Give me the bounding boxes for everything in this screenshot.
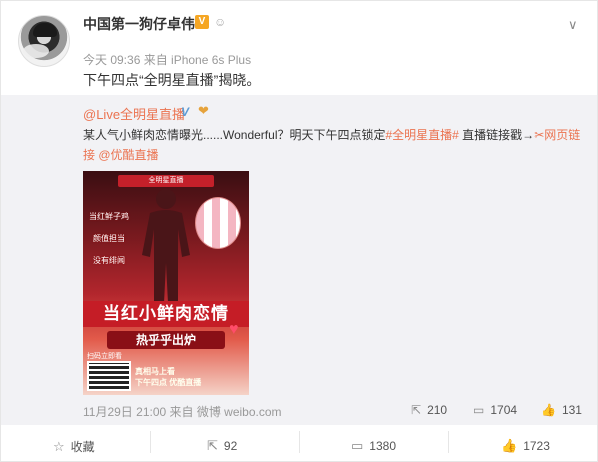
hashtag-link[interactable]: #全明星直播# [385,128,458,142]
repost-like-count: 131 [561,403,582,417]
repost-repost-count: 210 [427,403,448,417]
poster-bottom-text: 真相马上看 下午四点 优酷直播 [135,366,201,388]
star-icon: ☆ [53,439,65,454]
comment-icon: ▭ [351,438,364,453]
repost-icon: ⇱ [411,403,422,417]
divider [448,431,449,453]
poster-side-text-1: 当红鲜子鸡 [89,212,129,221]
repost-text: 某人气小鲜肉恋情曝光......Wonderful？明天下午四点锁定#全明星直播… [83,125,583,165]
avatar[interactable] [18,15,70,67]
post-text: 下午四点“全明星直播”揭晓。 [83,72,261,88]
repost-text-middle: 直播链接戳→ [458,128,535,142]
avatar-smoke [23,44,49,58]
poster-scan-text: 扫码立即看 [87,353,122,360]
comment-button[interactable]: ▭ 1380 [351,438,396,454]
poster-side-text-3: 没有绯闻 [93,256,125,265]
poster-balloon [195,197,241,249]
repost-comment-count: 1704 [490,403,518,417]
member-face-icon[interactable]: ☺ [214,15,228,29]
post-meta[interactable]: 今天 09:36 来自 iPhone 6s Plus [83,51,251,68]
like-button[interactable]: 👍 1723 [501,438,550,454]
comment-count: 1380 [369,439,396,453]
repost-author[interactable]: @Live全明星直播 [83,104,185,123]
repost-comment-stat[interactable]: ▭ 1704 [473,403,517,417]
repost-like-stat[interactable]: 👍 131 [541,403,582,417]
qr-code [87,361,131,391]
repost-icon: ⇱ [207,438,218,453]
mention-link[interactable]: @优酷直播 [95,148,158,162]
poster-bottom-line-1: 真相马上看 [135,367,175,376]
favorite-button[interactable]: ☆ 收藏 [53,438,95,455]
comment-icon: ▭ [473,403,485,417]
username[interactable]: 中国第一狗仔卓伟 [83,14,195,34]
poster-image[interactable]: 全明星直播 当红鲜子鸡 颜值担当 没有绯闻 当红小鲜肉恋情 热乎乎出炉 ♥ 扫码… [83,171,249,395]
poster-side-text-2: 颜值担当 [93,234,125,243]
poster-title: 当红小鲜肉恋情 [83,301,249,327]
thumbs-up-icon: 👍 [501,438,518,453]
divider [150,431,151,453]
weibo-card: 中国第一狗仔卓伟 V ☺ ∨ 今天 09:36 来自 iPhone 6s Plu… [0,0,598,462]
repost-text-prefix: 某人气小鲜肉恋情曝光......Wonderful？明天下午四点锁定 [83,128,386,142]
chevron-down-icon[interactable]: ∨ [568,17,578,33]
poster-silhouette [142,189,190,303]
poster-bottom-line-2: 下午四点 优酷直播 [135,378,202,387]
divider [299,431,300,453]
repost-count: 92 [223,439,238,453]
poster-subtitle: 热乎乎出炉 [107,331,225,349]
repost-repost-stat[interactable]: ⇱ 210 [411,403,447,417]
repost-verified-icon: V [181,105,190,119]
repost-emoji-icon: ❤ [198,103,209,118]
like-count: 1723 [523,439,550,453]
repost-button[interactable]: ⇱ 92 [207,438,237,454]
repost-time-source[interactable]: 11月29日 21:00 来自 微博 weibo.com [83,403,282,420]
favorite-label: 收藏 [70,440,95,454]
heart-icon: ♥ [229,321,239,338]
thumbs-up-icon: 👍 [541,403,556,417]
web-link-icon[interactable]: ✂ [534,128,544,142]
verified-badge[interactable]: V [195,15,209,29]
avatar-hair [33,23,57,37]
